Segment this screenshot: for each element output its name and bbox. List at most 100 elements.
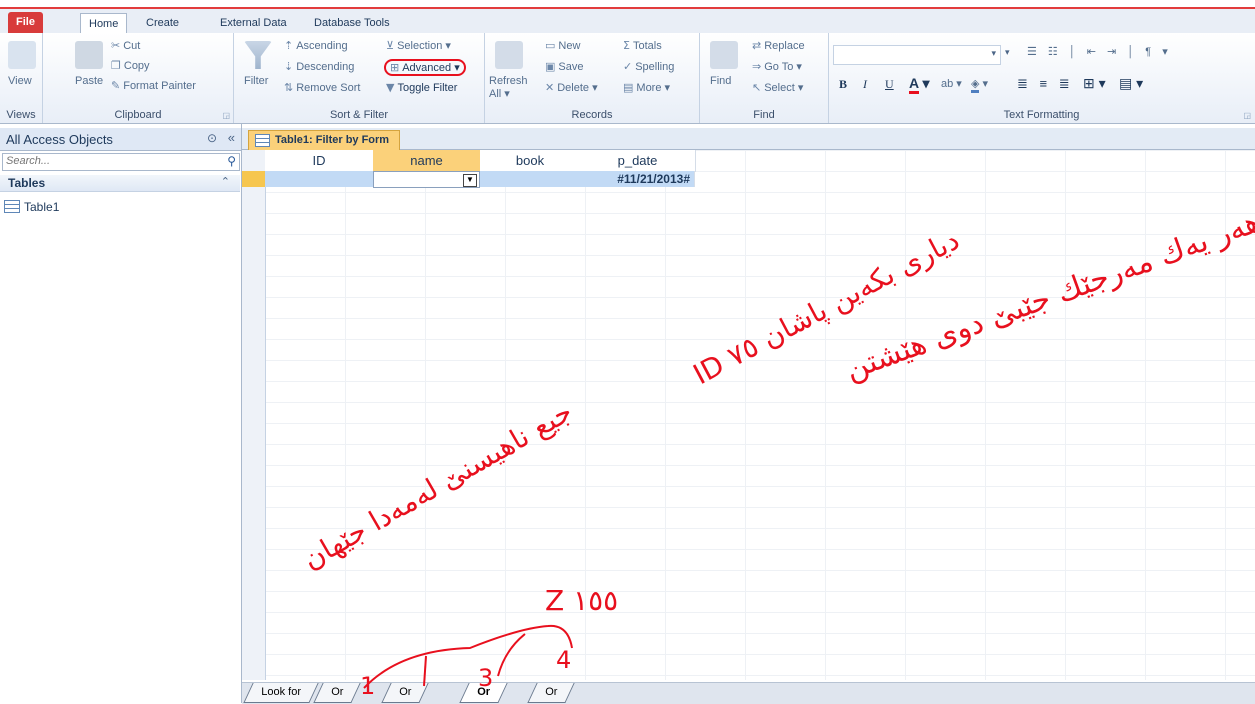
toggle-filter-button[interactable]: ▼ Toggle Filter (386, 81, 457, 94)
collapse-pane-icon[interactable]: « (228, 130, 235, 145)
nav-title[interactable]: All Access Objects (6, 132, 113, 147)
column-header-name[interactable]: name (373, 150, 481, 172)
filter-tab-bar: Look for Or Or Or Or (242, 682, 1255, 704)
nav-search-input[interactable] (3, 154, 219, 168)
filter-cell-p-date[interactable]: #11/21/2013# (580, 171, 695, 187)
ascending-button[interactable]: ⇡ Ascending (284, 39, 348, 52)
select-button[interactable]: ↖ Select ▾ (752, 81, 803, 94)
more-button[interactable]: ▤ More ▾ (623, 81, 670, 94)
tab-or-3-active[interactable]: Or (459, 683, 508, 703)
column-header-p-date[interactable]: p_date (580, 150, 696, 172)
remove-sort-label: Remove Sort (296, 82, 361, 94)
spelling-button[interactable]: ✓ Spelling (623, 60, 674, 73)
tab-or-2[interactable]: Or (381, 683, 429, 703)
tab-home[interactable]: Home (80, 13, 128, 34)
list-buttons[interactable]: ☰ ☷ │ ⇤ ⇥ │ ¶ ▾ (1027, 45, 1172, 58)
new-record-button[interactable]: ▭ New (545, 39, 580, 52)
views-group: View Views (0, 33, 43, 123)
column-header-book[interactable]: book (480, 150, 581, 172)
alt-row-color-button[interactable]: ▤ ▾ (1119, 75, 1143, 92)
fill-color-icon: ◈ (971, 78, 980, 93)
brush-icon: ✎ (111, 79, 121, 92)
sigma-icon: Σ (623, 39, 630, 52)
nav-item-table1[interactable]: Table1 (4, 200, 59, 214)
select-label: Select (764, 82, 795, 94)
selection-button[interactable]: ⊻ Selection ▾ (386, 39, 451, 52)
tables-section-header[interactable]: Tables ⌃ (0, 175, 240, 192)
gridlines-button[interactable]: ⊞ ▾ (1083, 75, 1106, 92)
highlight-button[interactable]: ab ▾ (941, 77, 962, 90)
paste-icon (75, 41, 103, 69)
nav-search-box: ⚲ (2, 153, 240, 171)
save-record-button[interactable]: ▣ Save (545, 60, 583, 73)
chevron-down-icon: ▾ (991, 48, 996, 58)
record-selector[interactable] (242, 171, 265, 187)
delete-label: Delete (557, 82, 590, 94)
scissors-icon: ✂ (111, 39, 121, 52)
selection-filter-icon: ⊻ (386, 39, 395, 52)
refresh-all-label: All (489, 88, 502, 100)
tab-database-tools[interactable]: Database Tools (306, 13, 398, 33)
totals-button[interactable]: Σ Totals (623, 39, 662, 52)
delete-record-button[interactable]: ✕ Delete ▾ (545, 81, 598, 94)
cut-button[interactable]: ✂ Cut (111, 39, 140, 52)
nav-header: All Access Objects ⊙ « (0, 128, 241, 151)
replace-icon: ⇄ (752, 39, 762, 52)
view-button[interactable]: View (8, 75, 32, 87)
find-button[interactable]: Find (710, 75, 731, 87)
chevron-up-icon[interactable]: ⌃ (221, 175, 230, 188)
nav-menu-icon[interactable]: ⊙ (207, 131, 217, 145)
tab-external-data[interactable]: External Data (212, 13, 295, 33)
table-icon (4, 200, 20, 213)
document-tab[interactable]: Table1: Filter by Form (248, 130, 401, 150)
font-size-dropdown[interactable]: ▾ (1003, 45, 1023, 63)
text-formatting-group-label: Text Formatting (1003, 109, 1080, 121)
dropdown-arrow-icon[interactable]: ▼ (463, 174, 477, 187)
views-group-label: Views (6, 109, 36, 121)
copy-button[interactable]: ❐ Copy (111, 59, 150, 72)
delete-icon: ✕ (545, 81, 555, 94)
filter-cell-id[interactable] (265, 171, 374, 187)
underline-button[interactable]: U (885, 77, 894, 92)
column-header-id[interactable]: ID (265, 150, 374, 172)
new-record-icon: ▭ (545, 39, 556, 52)
tab-or-4[interactable]: Or (527, 683, 575, 703)
font-name-dropdown[interactable]: ▾ (833, 45, 1001, 65)
tab-or-label: Or (477, 686, 491, 698)
paste-button[interactable]: Paste (75, 75, 103, 87)
filter-cell-book[interactable] (480, 171, 581, 187)
more-icon: ▤ (623, 81, 634, 94)
more-label: More (636, 82, 662, 94)
tab-look-for[interactable]: Look for (243, 683, 319, 703)
remove-sort-icon: ⇅ (284, 81, 294, 94)
goto-button[interactable]: ⇒ Go To ▾ (752, 60, 802, 73)
advanced-button[interactable]: ⊞ Advanced ▾ (384, 59, 466, 76)
dialog-launcher-icon[interactable]: ◲ (222, 111, 230, 120)
search-icon[interactable]: ⚲ (227, 154, 236, 168)
filter-cell-name[interactable]: ▼ (373, 171, 480, 188)
fill-color-button[interactable]: ◈ ▾ (971, 77, 988, 93)
tab-file[interactable]: File (8, 12, 43, 33)
document-tab-bar: Table1: Filter by Form (242, 128, 1255, 150)
refresh-all-button[interactable]: Refresh All ▾ (489, 75, 528, 100)
filter-button[interactable]: Filter (244, 75, 268, 87)
font-color-button[interactable]: A ▾ (909, 75, 930, 94)
tab-create[interactable]: Create (138, 13, 187, 33)
advanced-label: Advanced (402, 62, 452, 74)
remove-sort-button[interactable]: ⇅ Remove Sort (284, 81, 360, 94)
text-formatting-group: ▾ ▾ ☰ ☷ │ ⇤ ⇥ │ ¶ ▾ B I U A ▾ ab ▾ ◈ ▾ ≣… (829, 33, 1254, 123)
bold-button[interactable]: B (839, 77, 847, 92)
descending-button[interactable]: ⇣ Descending (284, 60, 354, 73)
dialog-launcher-icon[interactable]: ◲ (1243, 111, 1251, 120)
align-buttons[interactable]: ≣ ≡ ≣ (1017, 76, 1074, 92)
selection-label: Selection (397, 40, 443, 52)
tab-or-1[interactable]: Or (313, 683, 361, 703)
replace-button[interactable]: ⇄ Replace (752, 39, 805, 52)
italic-button[interactable]: I (863, 77, 867, 92)
format-painter-label: Format Painter (123, 80, 196, 92)
toggle-filter-label: Toggle Filter (397, 82, 458, 94)
tab-look-for-label: Look for (261, 686, 301, 698)
select-cursor-icon: ↖ (752, 81, 762, 94)
binoculars-icon (710, 41, 738, 69)
format-painter-button[interactable]: ✎ Format Painter (111, 79, 196, 92)
